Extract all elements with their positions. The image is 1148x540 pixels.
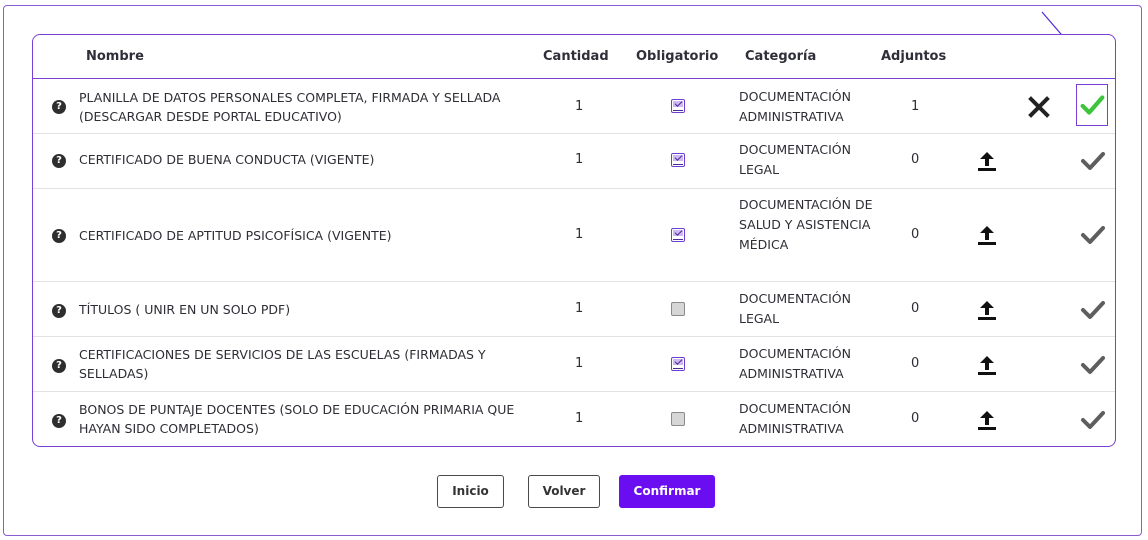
- help-icon[interactable]: ?: [52, 154, 66, 168]
- confirmar-button[interactable]: Confirmar: [619, 475, 715, 508]
- attachments-count: 0: [911, 356, 920, 371]
- upload-icon[interactable]: [975, 223, 999, 247]
- document-category: DOCUMENTACIÓN LEGAL: [739, 291, 851, 326]
- help-icon[interactable]: ?: [52, 100, 66, 114]
- attachments-count: 0: [911, 152, 920, 167]
- upload-icon[interactable]: [975, 298, 999, 322]
- attachments-count: 0: [911, 227, 920, 242]
- header-attachments: Adjuntos: [881, 49, 947, 64]
- check-icon[interactable]: [1080, 299, 1106, 321]
- check-icon[interactable]: [1080, 224, 1106, 246]
- table-row: ? CERTIFICADO DE APTITUD PSICOFÍSICA (VI…: [33, 189, 1115, 282]
- check-icon-green[interactable]: [1076, 84, 1108, 126]
- table-row: ? TÍTULOS ( UNIR EN UN SOLO PDF) 1 DOCUM…: [33, 282, 1115, 337]
- required-checkbox[interactable]: [671, 357, 685, 371]
- required-checkbox[interactable]: [671, 412, 685, 426]
- table-header: Nombre Cantidad Obligatorio Categoría Ad…: [33, 35, 1115, 79]
- document-quantity: 1: [575, 227, 584, 242]
- table-row: ? CERTIFICACIONES DE SERVICIOS DE LAS ES…: [33, 337, 1115, 392]
- document-category: DOCUMENTACIÓN LEGAL: [739, 142, 851, 177]
- required-checkbox[interactable]: [671, 99, 685, 113]
- table-row: ? CERTIFICADO DE BUENA CONDUCTA (VIGENTE…: [33, 134, 1115, 189]
- check-icon[interactable]: [1080, 150, 1106, 172]
- header-quantity: Cantidad: [543, 49, 609, 64]
- help-icon[interactable]: ?: [52, 414, 66, 428]
- check-icon[interactable]: [1080, 409, 1106, 431]
- x-icon[interactable]: [1027, 95, 1051, 119]
- upload-icon[interactable]: [975, 353, 999, 377]
- document-quantity: 1: [575, 356, 584, 371]
- document-name: PLANILLA DE DATOS PERSONALES COMPLETA, F…: [79, 90, 501, 124]
- document-name: CERTIFICADO DE APTITUD PSICOFÍSICA (VIGE…: [79, 228, 392, 243]
- document-name: CERTIFICADO DE BUENA CONDUCTA (VIGENTE): [79, 152, 375, 167]
- check-icon[interactable]: [1080, 354, 1106, 376]
- attachments-count: 0: [911, 411, 920, 426]
- document-name: CERTIFICACIONES DE SERVICIOS DE LAS ESCU…: [79, 347, 486, 381]
- document-category: DOCUMENTACIÓN ADMINISTRATIVA: [739, 89, 851, 124]
- help-icon[interactable]: ?: [52, 359, 66, 373]
- document-name: BONOS DE PUNTAJE DOCENTES (SOLO DE EDUCA…: [79, 402, 515, 436]
- header-required: Obligatorio: [636, 49, 719, 64]
- required-checkbox[interactable]: [671, 302, 685, 316]
- upload-icon[interactable]: [975, 408, 999, 432]
- document-name: TÍTULOS ( UNIR EN UN SOLO PDF): [79, 302, 291, 317]
- document-quantity: 1: [575, 152, 584, 167]
- inicio-button[interactable]: Inicio: [437, 475, 504, 508]
- upload-icon[interactable]: [975, 149, 999, 173]
- header-category: Categoría: [745, 49, 817, 64]
- attachments-count: 1: [911, 99, 920, 114]
- document-quantity: 1: [575, 301, 584, 316]
- document-quantity: 1: [575, 99, 584, 114]
- header-name: Nombre: [86, 49, 144, 64]
- help-icon[interactable]: ?: [52, 304, 66, 318]
- help-icon[interactable]: ?: [52, 229, 66, 243]
- attachments-count: 0: [911, 301, 920, 316]
- volver-button[interactable]: Volver: [528, 475, 600, 508]
- documents-table: Nombre Cantidad Obligatorio Categoría Ad…: [32, 34, 1116, 447]
- action-buttons: Inicio Volver Confirmar: [0, 475, 1148, 509]
- table-row: ? BONOS DE PUNTAJE DOCENTES (SOLO DE EDU…: [33, 392, 1115, 446]
- required-checkbox[interactable]: [671, 228, 685, 242]
- document-category: DOCUMENTACIÓN ADMINISTRATIVA: [739, 401, 851, 436]
- required-checkbox[interactable]: [671, 153, 685, 167]
- document-category: DOCUMENTACIÓN ADMINISTRATIVA: [739, 346, 851, 381]
- table-row: ? PLANILLA DE DATOS PERSONALES COMPLETA,…: [33, 80, 1115, 134]
- document-category: DOCUMENTACIÓN DE SALUD Y ASISTENCIA MÉDI…: [739, 197, 873, 252]
- document-quantity: 1: [575, 411, 584, 426]
